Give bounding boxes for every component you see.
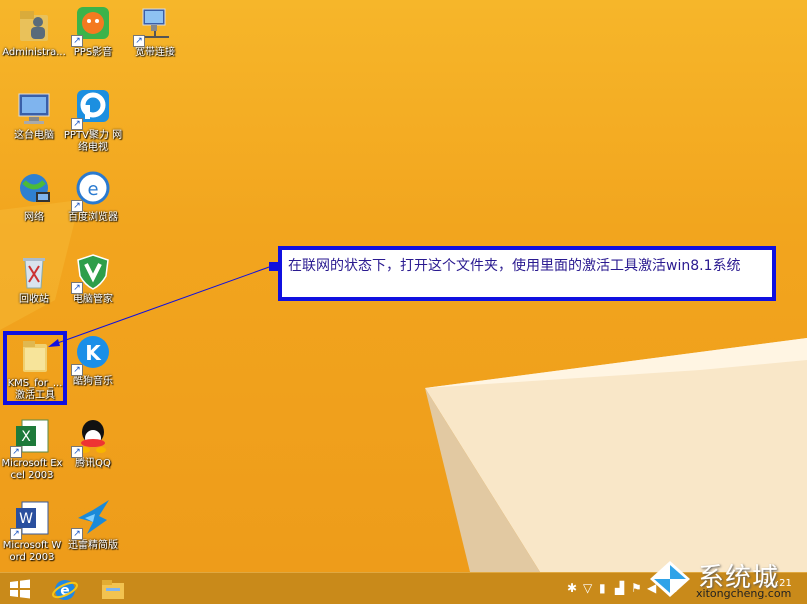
watermark-url: xitongcheng.com bbox=[696, 587, 792, 600]
desktop: Administra... 这台电脑 网络 回收站 KMS_for_... 激活… bbox=[0, 0, 807, 572]
bluetooth-icon[interactable]: ✱ bbox=[567, 581, 577, 595]
start-button-icon[interactable] bbox=[8, 577, 34, 601]
annotation-callout: 在联网的状态下，打开这个文件夹，使用里面的激活工具激活win8.1系统 bbox=[278, 246, 776, 301]
security-shield-icon[interactable]: ▽ bbox=[583, 581, 592, 595]
watermark-logo-icon bbox=[650, 561, 690, 597]
watermark: 系统城 xitongcheng.com bbox=[646, 559, 801, 601]
internet-explorer-icon[interactable]: e bbox=[52, 577, 80, 601]
power-icon[interactable]: ▮ bbox=[599, 581, 606, 595]
signal-icon[interactable]: ▟ bbox=[615, 581, 624, 595]
callout-text: 在联网的状态下，打开这个文件夹，使用里面的激活工具激活win8.1系统 bbox=[288, 258, 741, 274]
file-explorer-icon[interactable] bbox=[100, 577, 128, 601]
callout-anchor bbox=[269, 262, 278, 271]
flag-icon[interactable]: ⚑ bbox=[631, 581, 642, 595]
